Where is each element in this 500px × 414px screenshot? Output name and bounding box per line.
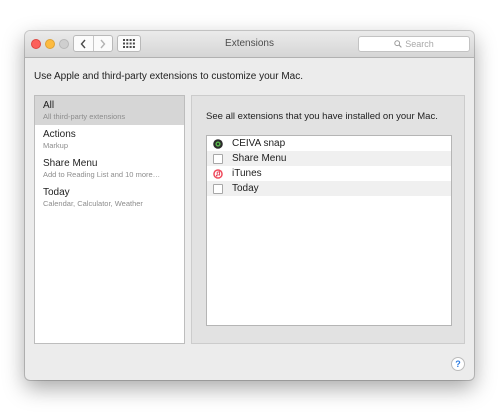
close-window-button[interactable]	[31, 39, 41, 49]
search-icon	[394, 40, 403, 48]
help-icon: ?	[455, 359, 461, 369]
intro-text: Use Apple and third-party extensions to …	[34, 71, 304, 82]
sidebar-item-share-menu[interactable]: Share Menu Add to Reading List and 10 mo…	[35, 154, 184, 183]
sidebar-item-sublabel: All third-party extensions	[43, 112, 126, 121]
sidebar-item-label: All	[43, 100, 55, 111]
sidebar-item-actions[interactable]: Actions Markup	[35, 125, 184, 154]
sidebar-item-label: Today	[43, 187, 70, 198]
sidebar-item-sublabel: Add to Reading List and 10 more…	[43, 170, 161, 179]
title-bar: Extensions Search	[25, 31, 474, 58]
extensions-detail-panel: See all extensions that you have install…	[191, 95, 465, 344]
zoom-window-button[interactable]	[59, 39, 69, 49]
back-forward-control	[73, 35, 113, 52]
checkbox[interactable]	[213, 183, 223, 194]
back-button[interactable]	[74, 36, 93, 51]
show-all-button[interactable]	[117, 35, 141, 52]
sidebar-item-label: Actions	[43, 129, 76, 140]
help-button[interactable]: ?	[451, 357, 465, 371]
sidebar-item-sublabel: Calendar, Calculator, Weather	[43, 199, 143, 208]
forward-button[interactable]	[92, 36, 113, 51]
extensions-category-list: All All third-party extensions Actions M…	[34, 95, 185, 344]
itunes-app-icon	[213, 168, 223, 179]
chevron-right-icon	[100, 39, 106, 48]
sidebar-item-label: Share Menu	[43, 158, 98, 169]
extension-label: CEIVA snap	[232, 138, 286, 149]
extension-row-itunes[interactable]: iTunes	[207, 166, 451, 181]
extension-label: iTunes	[232, 168, 262, 179]
sidebar-item-today[interactable]: Today Calendar, Calculator, Weather	[35, 183, 184, 212]
grid-icon	[123, 39, 135, 48]
extension-label: Today	[232, 183, 259, 194]
extension-row-today[interactable]: Today	[207, 181, 451, 196]
sidebar-item-sublabel: Markup	[43, 141, 69, 150]
extension-row-share-menu[interactable]: Share Menu	[207, 151, 451, 166]
extension-row-ceiva-snap[interactable]: CEIVA snap	[207, 136, 451, 151]
preferences-window: Extensions Search Use Apple and third-pa…	[25, 31, 474, 380]
search-placeholder: Search	[405, 39, 434, 49]
minimize-window-button[interactable]	[45, 39, 55, 49]
checkbox[interactable]	[213, 153, 223, 164]
panel-heading: See all extensions that you have install…	[206, 111, 438, 122]
chevron-left-icon	[80, 39, 86, 48]
sidebar-item-all[interactable]: All All third-party extensions	[35, 96, 184, 125]
extension-label: Share Menu	[232, 153, 287, 164]
search-field[interactable]: Search	[358, 36, 470, 52]
extensions-list: CEIVA snap Share Menu iTunes Today	[206, 135, 452, 326]
ceiva-app-icon	[213, 138, 223, 149]
